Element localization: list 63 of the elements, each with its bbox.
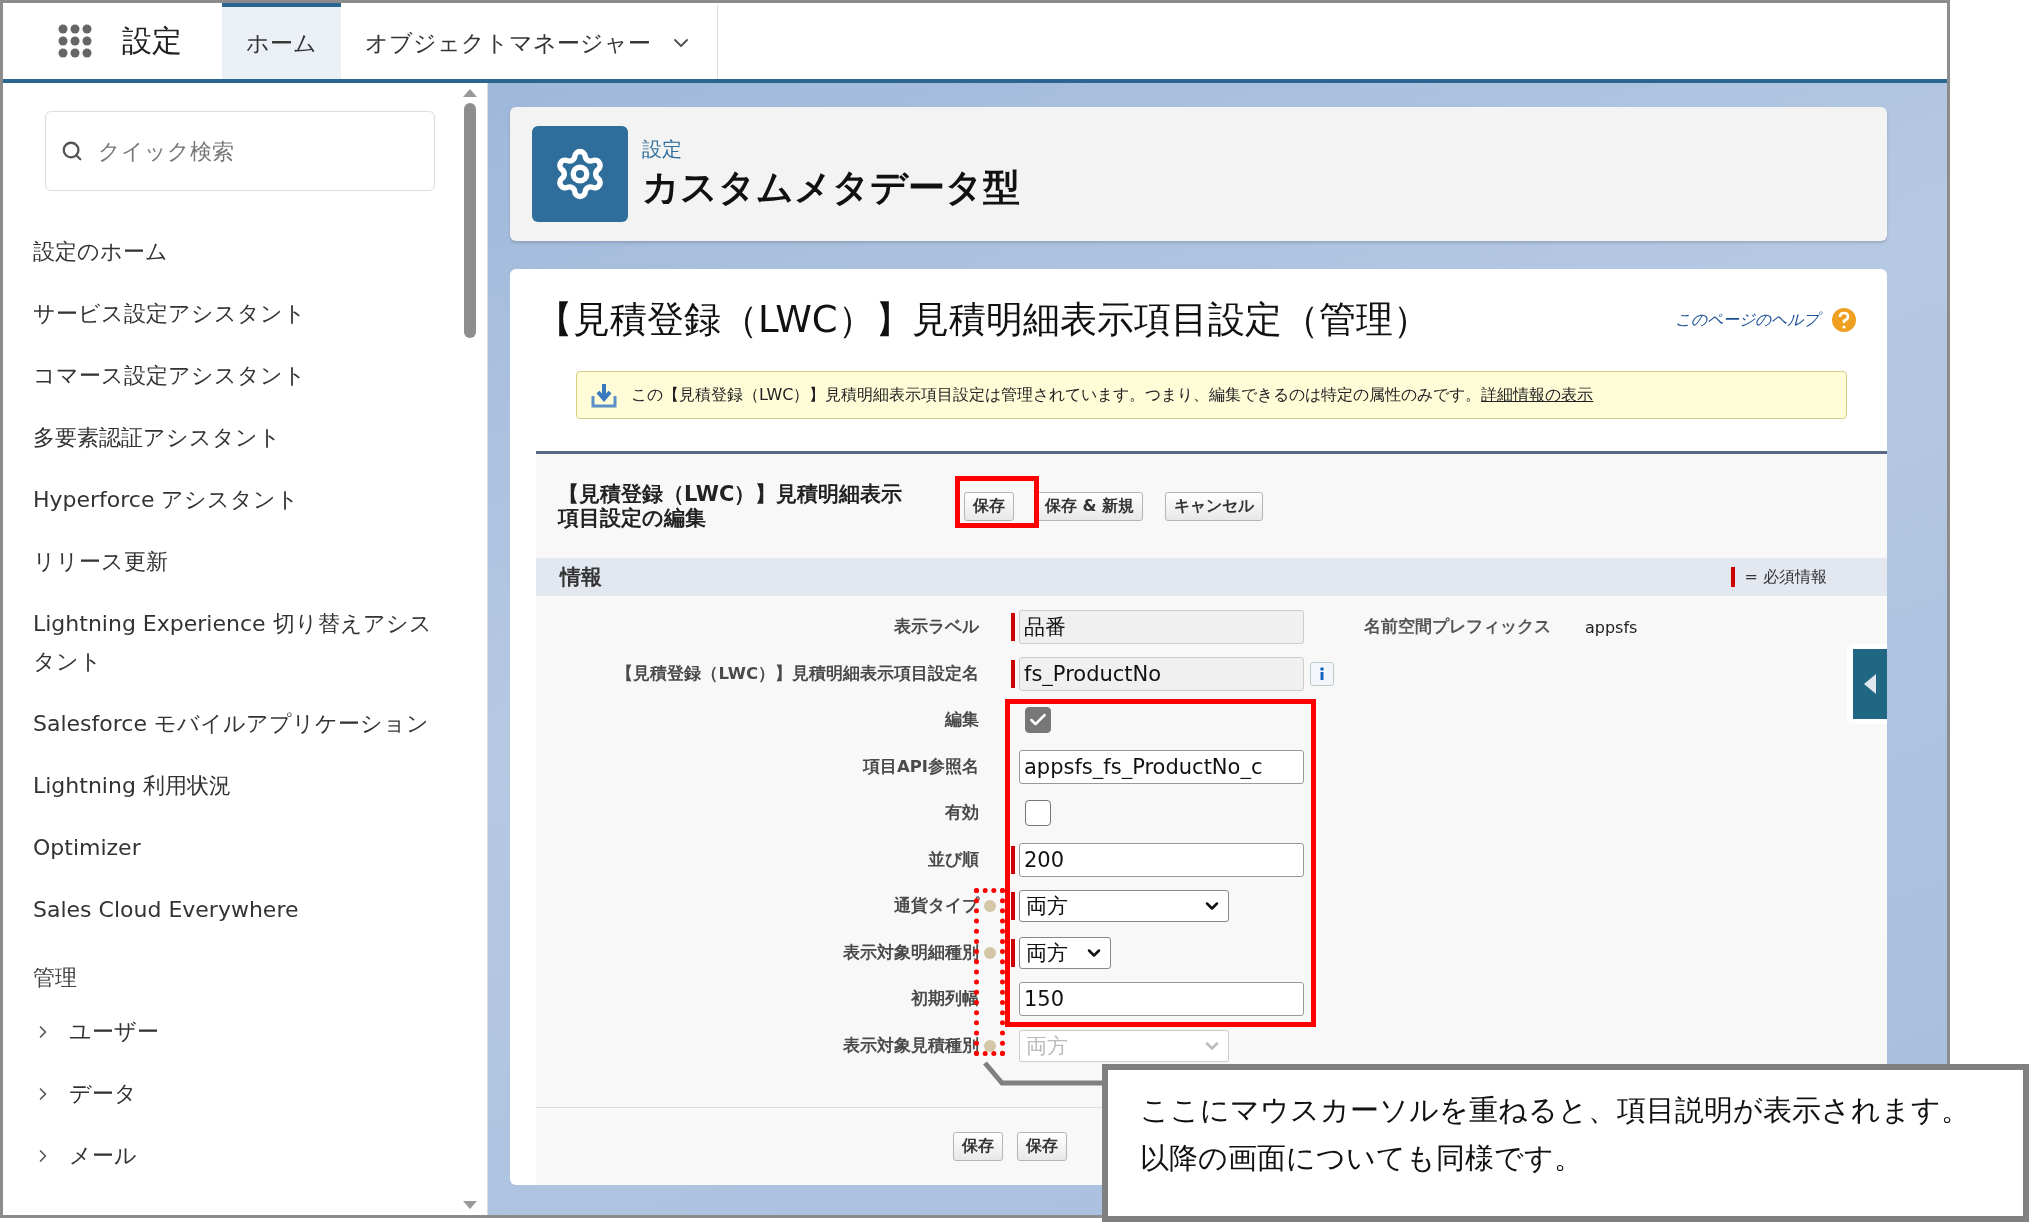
callout-text: 以降の画面についても同様です。: [1140, 1140, 1584, 1176]
form-button[interactable]: 保存: [964, 491, 1014, 521]
text-field[interactable]: 品番: [1019, 610, 1304, 645]
info-icon: [1318, 666, 1326, 681]
sidebar-item[interactable]: コマース設定アシスタント: [33, 345, 443, 407]
sidebar-item[interactable]: Lightning Experience 切り替えアシスタント: [33, 593, 443, 693]
field-label: 編集: [943, 709, 979, 732]
details-link[interactable]: 詳細情報の表示: [1481, 384, 1594, 404]
notice-text: この【見積登録（LWC）】見積明細表示項目設定は管理されています。つまり、編集できるのは特定の属性のみです。詳細情報の表示: [631, 384, 1594, 406]
collapse-tab[interactable]: [1847, 644, 1887, 724]
record-title: 【見積登録（LWC）】見積明細表示項目設定（管理）: [536, 297, 1430, 343]
sidebar-item[interactable]: Optimizer: [33, 817, 443, 879]
form-button[interactable]: キャンセル: [1165, 491, 1264, 521]
section-title: 情報: [560, 564, 602, 591]
sidebar-item[interactable]: サービス設定アシスタント: [33, 283, 443, 345]
form-button[interactable]: 保存 & 新規: [1036, 491, 1144, 521]
text-field[interactable]: fs_ProductNo: [1019, 656, 1304, 691]
edit-title: 【見積登録（LWC）】見積明細表示項目設定の編集: [558, 482, 904, 530]
checkbox[interactable]: [1025, 800, 1051, 827]
form-button[interactable]: 保存: [953, 1132, 1003, 1161]
sidebar-item[interactable]: Lightning 利用状況: [33, 755, 443, 817]
help-icon: [1831, 307, 1857, 333]
sidebar-group[interactable]: データ: [33, 1063, 459, 1125]
text-field[interactable]: appsfs_fs_ProductNo_c: [1019, 749, 1304, 784]
page-title: カスタムメタデータ型: [642, 164, 1020, 211]
select-field[interactable]: 両方: [1019, 936, 1111, 969]
sidebar-item[interactable]: 多要素認証アシスタント: [33, 407, 443, 469]
app-title: 設定: [122, 21, 182, 60]
search-icon: [61, 140, 83, 162]
info-button[interactable]: [1310, 661, 1334, 686]
scrollbar-thumb[interactable]: [464, 103, 476, 338]
sidebar-item[interactable]: Sales Cloud Everywhere: [33, 879, 443, 941]
select-field[interactable]: 両方: [1019, 890, 1229, 923]
scroll-down-icon[interactable]: [463, 1201, 477, 1209]
field-label: 名前空間プレフィックス: [1364, 616, 1551, 639]
required-legend: = 必須情報: [1744, 566, 1827, 588]
field-label: 表示ラベル: [893, 616, 979, 639]
nav-tab[interactable]: ホーム: [222, 3, 341, 79]
sidebar-section-title: 管理: [33, 964, 78, 992]
sidebar-item[interactable]: リリース更新: [33, 531, 443, 593]
form-button[interactable]: 保存: [1017, 1132, 1067, 1161]
callout-text: ここにマウスカーソルを重ねると、項目説明が表示されます。: [1140, 1092, 1971, 1128]
download-icon: [591, 382, 617, 408]
field-label: 【見積登録（LWC）】見積明細表示項目設定名: [615, 662, 979, 685]
sidebar-item[interactable]: Salesforce モバイルアプリケーション: [33, 693, 443, 755]
app-launcher-icon[interactable]: [58, 24, 92, 58]
text-field[interactable]: 200: [1019, 842, 1304, 877]
help-link[interactable]: このページのヘルプ: [1675, 307, 1857, 333]
field-label: 項目API参照名: [861, 755, 979, 778]
field-label: 並び順: [927, 848, 979, 871]
sidebar-item[interactable]: 設定のホーム: [33, 221, 443, 283]
checkbox[interactable]: [1025, 707, 1051, 734]
search-field[interactable]: クイック検索: [45, 111, 435, 191]
field-label: 有効: [944, 802, 979, 825]
scroll-up-icon[interactable]: [463, 89, 477, 97]
page-eyebrow: 設定: [642, 135, 683, 163]
sidebar-item[interactable]: Hyperforce アシスタント: [33, 469, 443, 531]
sidebar-group[interactable]: メール: [33, 1125, 459, 1187]
required-marker: [1730, 567, 1735, 587]
sidebar-group[interactable]: ユーザー: [33, 1001, 459, 1063]
field-value: appsfs: [1585, 617, 1638, 637]
triangle-left-icon: [1864, 674, 1876, 694]
text-field[interactable]: 150: [1019, 982, 1304, 1017]
